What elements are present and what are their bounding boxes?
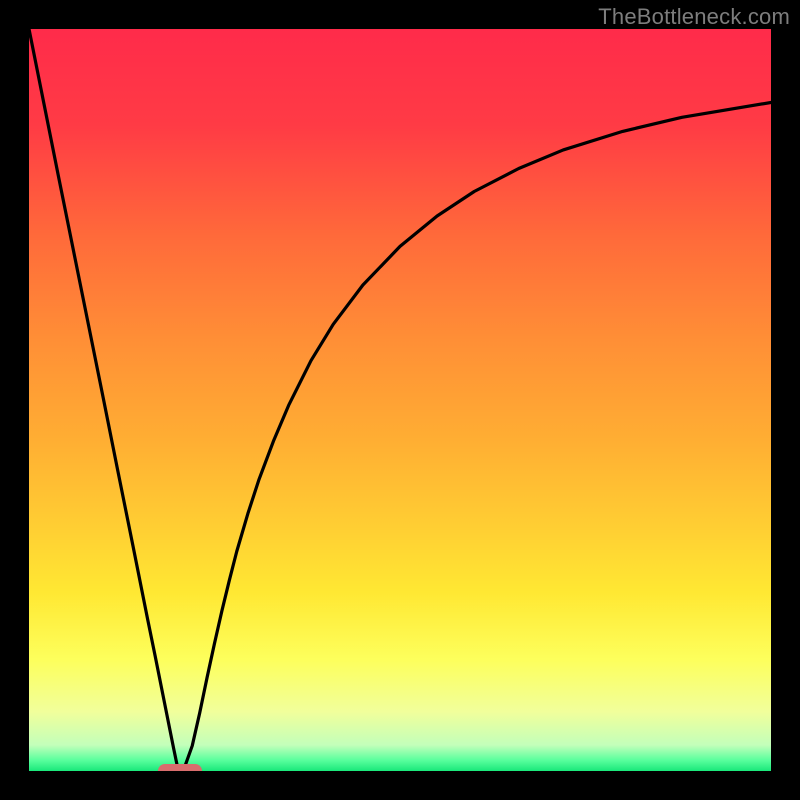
watermark-text: TheBottleneck.com — [598, 4, 790, 30]
optimal-marker — [158, 764, 202, 771]
bottleneck-curve — [29, 29, 771, 771]
curve-layer — [29, 29, 771, 771]
plot-area — [29, 29, 771, 771]
chart-frame: TheBottleneck.com — [0, 0, 800, 800]
